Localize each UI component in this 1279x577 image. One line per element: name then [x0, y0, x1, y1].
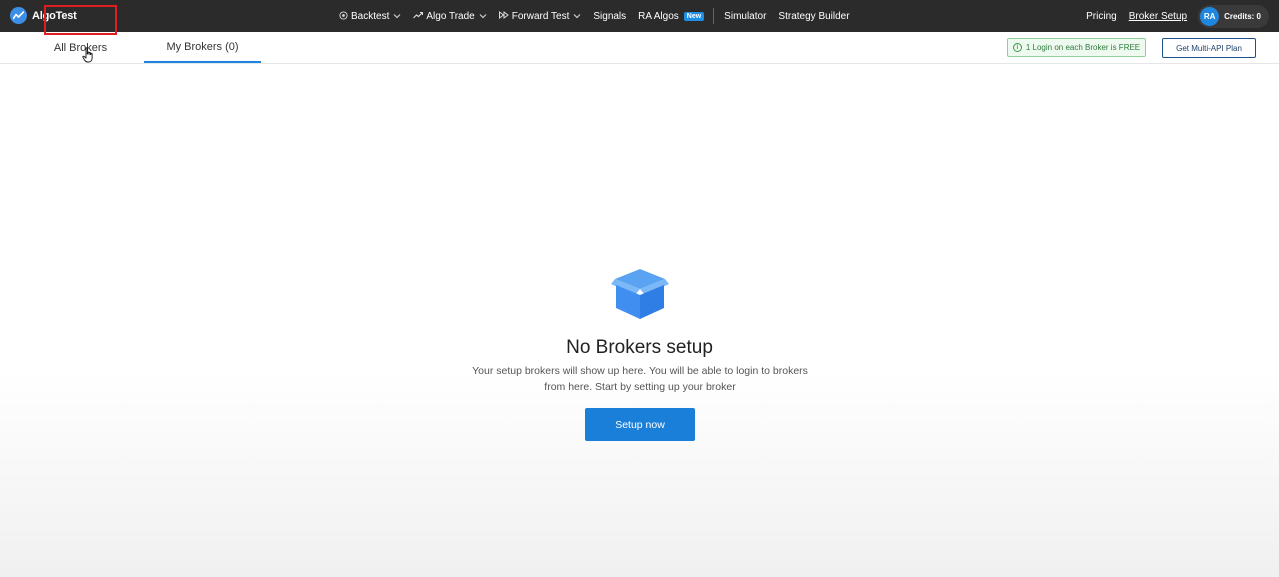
nav-divider — [713, 8, 715, 24]
empty-state-title: No Brokers setup — [566, 337, 713, 358]
main-nav: Backtest Algo Trade Forward Test Signals… — [339, 0, 862, 32]
free-login-note: i 1 Login on each Broker is FREE — [1007, 38, 1146, 57]
nav-simulator-label: Simulator — [724, 10, 767, 22]
nav-signals[interactable]: Signals — [593, 11, 626, 22]
tab-all-brokers-label: All Brokers — [53, 41, 108, 54]
chevron-down-icon — [479, 12, 487, 21]
box-icon — [611, 269, 669, 319]
top-navbar: AlgoTest Backtest Algo Trade Forward Tes… — [0, 0, 1279, 32]
nav-forward-test-label: Forward Test — [511, 10, 570, 22]
tab-my-brokers-label: My Brokers (0) — [166, 40, 239, 53]
new-badge: New — [683, 11, 705, 21]
nav-strategy-builder[interactable]: Strategy Builder — [778, 11, 849, 22]
setup-now-label: Setup now — [615, 418, 665, 431]
credits-count: Credits: 0 — [1224, 11, 1261, 21]
fast-forward-icon — [498, 11, 509, 21]
app-logo[interactable]: AlgoTest — [10, 7, 77, 24]
chevron-down-icon — [393, 12, 401, 21]
logo-icon — [10, 7, 27, 24]
account-menu[interactable]: RA Credits: 0 — [1198, 4, 1269, 28]
nav-pricing[interactable]: Pricing — [1086, 11, 1117, 22]
nav-strategy-builder-label: Strategy Builder — [778, 10, 850, 22]
setup-now-button[interactable]: Setup now — [585, 408, 695, 441]
info-icon: i — [1012, 43, 1022, 52]
get-multi-api-plan-label: Get Multi-API Plan — [1176, 43, 1242, 53]
nav-ra-algos[interactable]: RA Algos New — [638, 10, 705, 22]
get-multi-api-plan-button[interactable]: Get Multi-API Plan — [1162, 38, 1256, 58]
tab-all-brokers[interactable]: All Brokers — [44, 32, 117, 63]
nav-algo-trade-label: Algo Trade — [426, 10, 475, 22]
empty-state-description-line-1: Your setup brokers will show up here. Yo… — [472, 365, 808, 377]
empty-state-description: Your setup brokers will show up here. Yo… — [465, 363, 815, 395]
nav-simulator[interactable]: Simulator — [724, 11, 766, 22]
broker-tabs-bar: All Brokers My Brokers (0) i 1 Login on … — [0, 32, 1279, 64]
nav-ra-algos-label: RA Algos — [638, 10, 679, 22]
nav-algo-trade[interactable]: Algo Trade — [413, 10, 487, 22]
nav-forward-test[interactable]: Forward Test — [498, 10, 582, 22]
nav-broker-setup[interactable]: Broker Setup — [1129, 11, 1187, 22]
nav-right: Pricing Broker Setup RA Credits: 0 — [1086, 0, 1269, 32]
nav-signals-label: Signals — [593, 10, 627, 22]
free-login-note-text: 1 Login on each Broker is FREE — [1025, 43, 1141, 52]
avatar: RA — [1200, 6, 1220, 26]
chevron-down-icon — [573, 12, 581, 21]
tab-my-brokers[interactable]: My Brokers (0) — [144, 32, 261, 63]
empty-state-description-line-2: from here. Start by setting up your brok… — [544, 381, 736, 393]
nav-backtest[interactable]: Backtest — [339, 11, 401, 22]
nav-backtest-label: Backtest — [351, 10, 390, 22]
main-content — [0, 64, 1279, 577]
trend-up-icon — [413, 11, 424, 21]
logo-text: AlgoTest — [32, 9, 77, 22]
target-icon — [339, 10, 348, 22]
